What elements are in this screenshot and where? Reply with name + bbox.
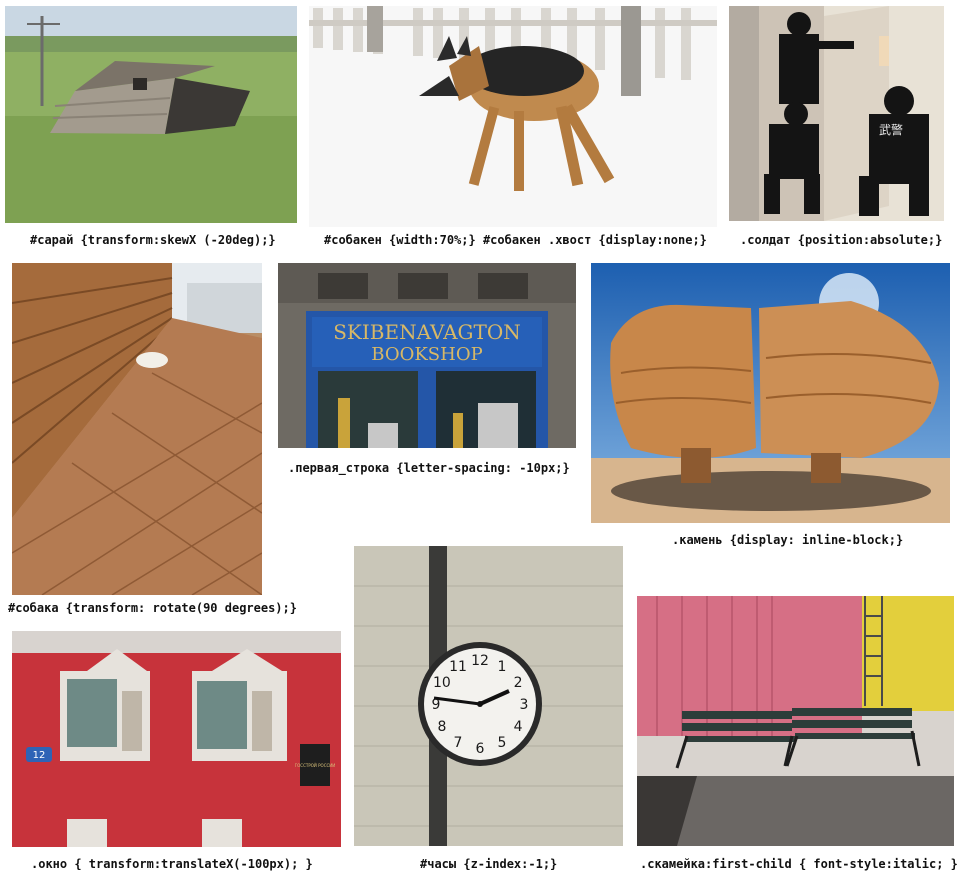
- dog-photo: [309, 6, 717, 227]
- clock-numeral: 4: [514, 719, 523, 735]
- alley-dog-caption: #собака {transform: rotate(90 degrees);}: [8, 601, 297, 615]
- clock-caption: #часы {z-index:-1;}: [420, 857, 558, 871]
- shop-type-text: BOOKSHOP: [371, 344, 482, 365]
- clock-numeral: 5: [498, 735, 507, 751]
- clock-numeral: 7: [454, 735, 463, 751]
- clock-numeral: 11: [449, 659, 467, 675]
- bookshop-caption: .первая_строка {letter-spacing: -10px;}: [288, 461, 570, 475]
- dog-caption: #собакен {width:70%;} #собакен .хвост {d…: [324, 233, 707, 247]
- soldier-photo: 武警: [729, 6, 944, 221]
- rock-caption: .камень {display: inline-block;}: [672, 533, 904, 547]
- window-photo: 12 ГОССТРОЙ РОССИИ: [12, 631, 341, 847]
- bookshop-photo: SKIBENAVAGTON BOOKSHOP: [278, 263, 576, 448]
- clock-numeral: 12: [471, 653, 489, 669]
- window-caption: .окно { transform:translateX(-100px); }: [31, 857, 313, 871]
- clock-numeral: 8: [437, 719, 446, 735]
- clock-numeral: 1: [498, 659, 507, 675]
- police-badge-text: 武警: [879, 122, 903, 137]
- alley-dog-photo: [12, 263, 262, 595]
- clock-numeral: 10: [433, 675, 451, 691]
- barn-caption: #сарай {transform:skewX (-20deg);}: [30, 233, 276, 247]
- clock-photo: 12 1 2 3 4 5 6 7 8 9 10 11: [354, 546, 623, 846]
- bench-photo: [637, 596, 954, 846]
- clock-numeral: 3: [520, 697, 529, 713]
- rock-photo: [591, 263, 950, 523]
- soldier-caption: .солдат {position:absolute;}: [740, 233, 943, 247]
- plaque-text: ГОССТРОЙ РОССИИ: [295, 763, 336, 768]
- bench-caption: .скамейка:first-child { font-style:itali…: [640, 857, 958, 871]
- barn-photo: [5, 6, 297, 223]
- house-number-text: 12: [33, 750, 46, 761]
- shop-name-text: SKIBENAVAGTON: [333, 320, 521, 344]
- clock-numeral: 2: [514, 675, 523, 691]
- clock-numeral: 6: [476, 741, 485, 757]
